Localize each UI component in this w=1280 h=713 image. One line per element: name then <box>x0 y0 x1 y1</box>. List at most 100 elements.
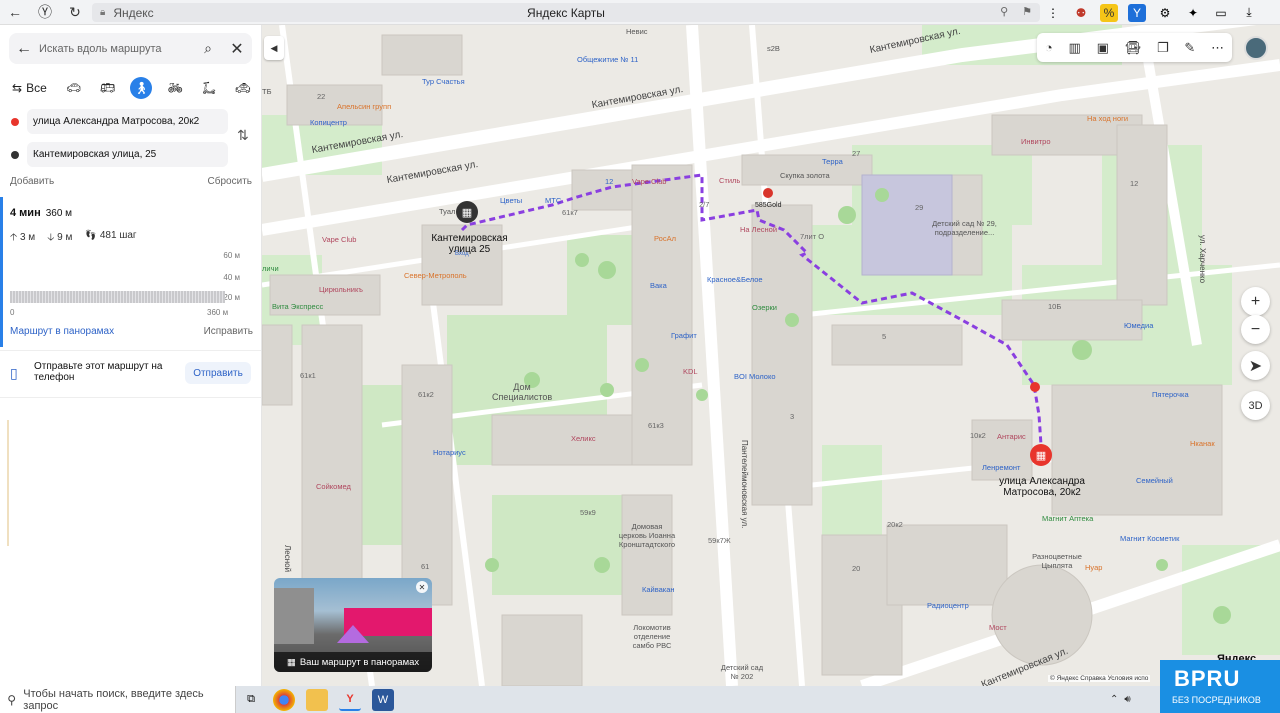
camera-icon[interactable]: ▣ <box>1097 40 1109 56</box>
extension-blue-icon[interactable]: Y <box>1128 3 1146 22</box>
poi-label[interactable]: Нуар <box>1085 563 1102 572</box>
poi-label[interactable]: РосАл <box>654 234 676 243</box>
reload-icon[interactable]: ↻ <box>60 0 90 25</box>
poi-label[interactable]: Дом Специалистов <box>492 382 552 402</box>
poi-label[interactable]: 585Gold <box>755 202 781 209</box>
route-end-pin[interactable]: ▦ <box>456 201 478 223</box>
poi-label[interactable]: Вака <box>650 281 667 290</box>
poi-label[interactable]: Вита Экспресс <box>272 302 323 311</box>
poi-label[interactable]: Невис <box>626 27 648 36</box>
car-icon[interactable]: 🚗︎ <box>63 77 85 99</box>
poi-label[interactable]: Озерки <box>752 303 777 312</box>
poi-label[interactable]: Терра <box>822 157 843 166</box>
poi-label[interactable]: Радиоцентр <box>927 601 969 610</box>
map-icon[interactable]: ▥ <box>1069 40 1081 56</box>
poi-label[interactable]: Семейный <box>1136 476 1173 485</box>
word-icon[interactable]: W <box>372 688 394 711</box>
zoom-out-button[interactable]: − <box>1241 315 1270 344</box>
search-input[interactable]: Искать вдоль маршрута <box>39 43 194 55</box>
sidebar-icon[interactable]: ▭ <box>1212 4 1230 22</box>
add-point-link[interactable]: Добавить <box>10 176 54 187</box>
poi-label[interactable]: Общежитие № 11 <box>577 55 638 64</box>
map-copyright[interactable]: © Яндекс Справка Условия испо <box>1048 675 1151 682</box>
volume-icon[interactable]: 🔊︎ <box>1124 694 1130 705</box>
tray-chevron-icon[interactable]: ⌃ <box>1110 694 1118 705</box>
poi-label[interactable]: Скупка золота <box>780 171 830 180</box>
task-view-icon[interactable]: ⧉ <box>240 689 262 711</box>
ruler-icon[interactable]: ✎ <box>1184 40 1195 56</box>
poi-label[interactable]: s2B <box>767 44 780 53</box>
panorama-preview[interactable]: ✕ ▦ Ваш маршрут в панорамах <box>274 578 432 672</box>
poi-label[interactable]: ТБ <box>262 87 272 96</box>
transport-icon[interactable]: 🚍︎ <box>1125 40 1142 56</box>
close-icon[interactable]: ✕ <box>222 39 252 59</box>
poi-label[interactable]: Vape Club <box>632 177 666 186</box>
poi-label[interactable]: Стиль <box>719 176 740 185</box>
point-b-field[interactable]: Кантемировская улица, 25 <box>27 142 228 167</box>
layers-icon[interactable]: ◔ <box>1045 40 1053 55</box>
poi-label[interactable]: Домовая церковь Иоанна Кронштадтского <box>617 522 677 549</box>
avatar[interactable] <box>1244 36 1268 60</box>
poi-label[interactable]: KDL <box>683 367 698 376</box>
taskbar-search[interactable]: ⚲ Чтобы начать поиск, введите здесь запр… <box>0 686 236 713</box>
route-card[interactable]: 4 мин 360 м 🡡 3 м 🡣 9 м 👣︎ 481 шаг 60 м 4… <box>0 197 261 347</box>
poi-label[interactable]: 12 <box>605 177 613 186</box>
search-icon[interactable]: ⌕ <box>194 40 222 57</box>
zoom-in-button[interactable]: + <box>1241 287 1270 316</box>
poi-label[interactable]: Разноцветные Цыплята <box>1027 552 1087 570</box>
taxi-icon[interactable]: 🚕︎ <box>232 77 254 99</box>
poi-label[interactable]: Мост <box>989 623 1007 632</box>
poi-label[interactable]: Цветы <box>500 196 522 205</box>
poi-label[interactable]: Апельсин групп <box>337 102 391 111</box>
back-arrow-icon[interactable]: ← <box>0 0 30 25</box>
poi-label[interactable]: Антарис <box>997 432 1026 441</box>
poi-label[interactable]: МТС <box>545 196 561 205</box>
stack-icon[interactable]: ❐ <box>1157 40 1169 56</box>
bicycle-icon[interactable]: 🚲︎ <box>164 77 186 99</box>
poi-label[interactable]: Тур Счастья <box>422 77 465 86</box>
reset-link[interactable]: Сбросить <box>208 176 252 187</box>
download-icon[interactable]: ⤓ <box>1240 4 1258 22</box>
poi-label[interactable]: Цирюльникъ <box>319 285 363 294</box>
poi-label[interactable]: На ход ноги <box>1087 114 1128 123</box>
poi-label[interactable]: Пятерочка <box>1152 390 1189 399</box>
poi-label[interactable]: Север-Метрополь <box>404 271 467 280</box>
poi-label[interactable]: Нотариус <box>433 448 466 457</box>
poi-label[interactable]: Графит <box>671 331 697 340</box>
point-a-field[interactable]: улица Александра Матросова, 20к2 <box>27 109 228 134</box>
map[interactable]: Кантемировская ул. Кантемировская ул. Ка… <box>262 25 1280 686</box>
mode-all[interactable]: ⇆ Все <box>8 77 51 99</box>
extension-percent-icon[interactable]: % <box>1100 3 1118 22</box>
poi-label[interactable]: Детский сад № 202 <box>717 663 767 681</box>
bus-icon[interactable]: 🚌︎ <box>97 77 119 99</box>
panorama-route-link[interactable]: Маршрут в панорамах <box>10 326 114 337</box>
menu-dots-icon[interactable]: ⋮ <box>1044 4 1062 22</box>
file-explorer-icon[interactable] <box>306 688 328 711</box>
poi-label[interactable]: Локомотив отделение самбо РВС <box>622 623 682 650</box>
poi-label[interactable]: Юмедиа <box>1124 321 1153 330</box>
yandex-browser-icon[interactable]: Y <box>339 689 361 711</box>
back-icon[interactable]: ← <box>9 40 39 58</box>
route-start-pin[interactable]: ▦ <box>1030 444 1052 466</box>
yandex-browser-icon[interactable]: Ⓨ <box>30 0 60 25</box>
bookmark-icon[interactable]: ⚑ <box>1022 5 1032 18</box>
poi-label[interactable]: Кайвакан <box>642 585 675 594</box>
extension-gear-icon[interactable]: ⚙ <box>1156 4 1174 22</box>
collapse-panel-button[interactable]: ◀ <box>264 36 284 60</box>
pedestrian-icon[interactable]: 🚶︎ <box>130 77 153 99</box>
poi-label[interactable]: Vape Club <box>322 235 356 244</box>
shop-marker[interactable] <box>763 188 773 198</box>
swap-icon[interactable]: ⇅ <box>237 127 249 144</box>
location-icon[interactable]: ⚲ <box>1000 5 1008 18</box>
poi-label[interactable]: личи <box>262 264 279 273</box>
poi-label[interactable]: Магнит Аптека <box>1042 514 1093 523</box>
more-icon[interactable]: ⋯ <box>1211 40 1224 56</box>
poi-label[interactable]: Нканак <box>1190 439 1215 448</box>
poi-label[interactable]: Копицентр <box>310 118 347 127</box>
waypoint-dot[interactable] <box>1030 382 1040 392</box>
route-search[interactable]: ← Искать вдоль маршрута ⌕ ✕ <box>9 33 252 64</box>
edit-link[interactable]: Исправить <box>204 326 253 337</box>
poi-label[interactable]: Красное&Белое <box>707 275 763 284</box>
address-bar[interactable]: 🔒︎ Яндекс Яндекс Карты ⚲ ⚑ <box>92 3 1040 22</box>
send-button[interactable]: Отправить <box>185 362 251 384</box>
